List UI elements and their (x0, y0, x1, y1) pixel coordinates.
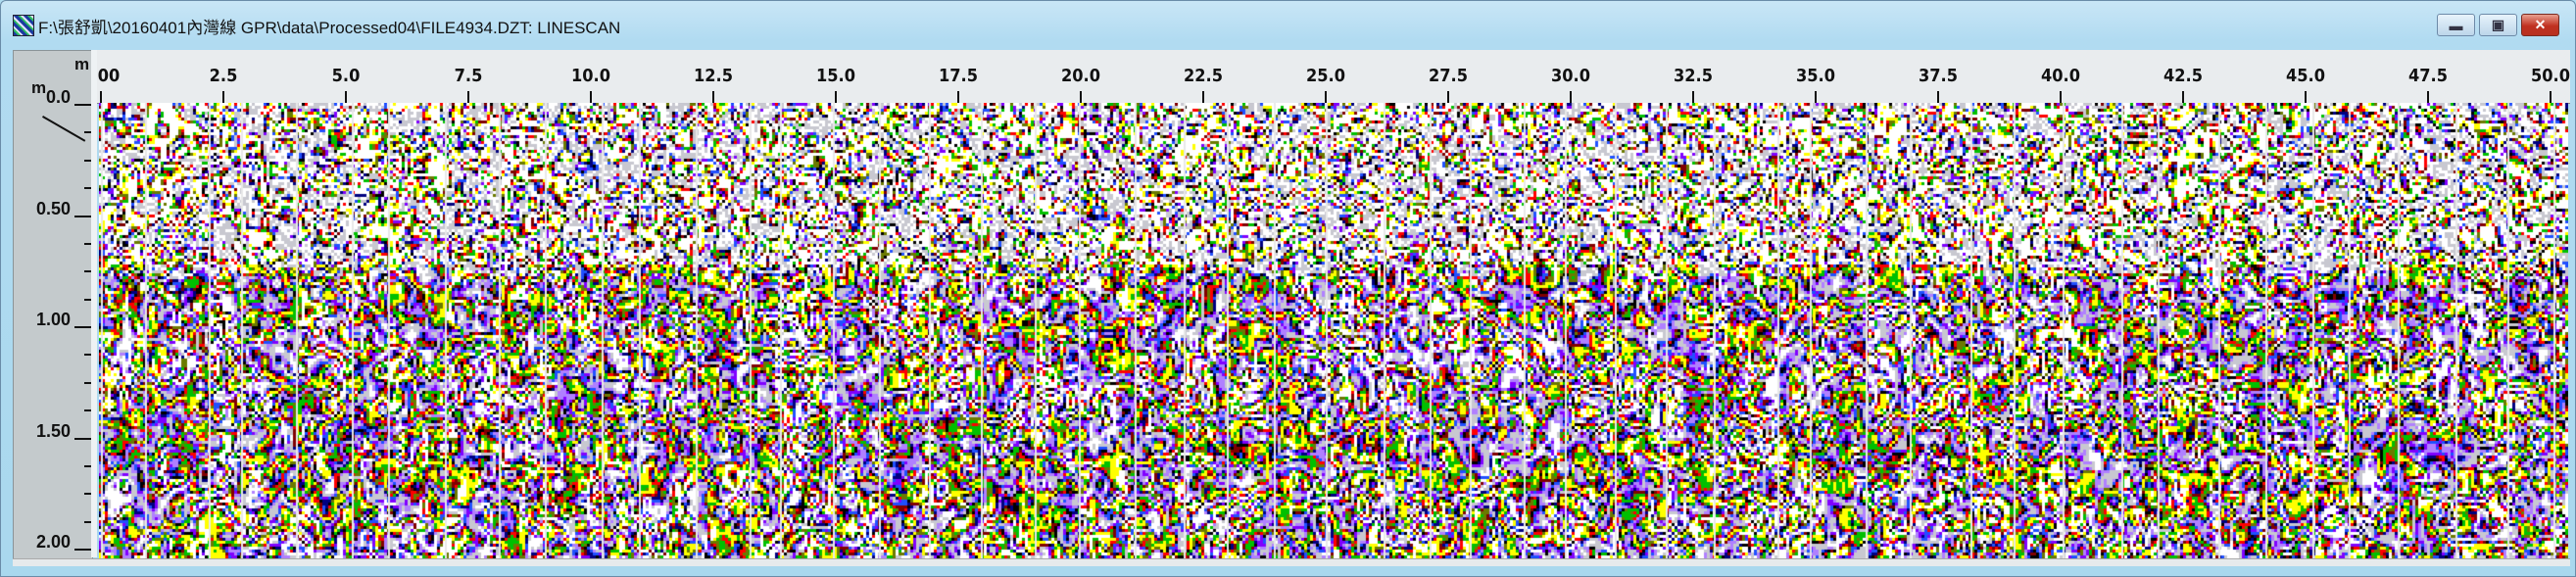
x-tick (345, 91, 347, 103)
unit-divider (42, 116, 85, 142)
window-title: F:\張舒凱\20160401內灣線 GPR\data\Processed04\… (38, 14, 620, 38)
x-tick-label: 40.0 (2041, 66, 2080, 86)
x-tick (957, 91, 959, 103)
maximize-button[interactable]: ▣ (2479, 14, 2517, 36)
y-tick-label: 0.50 (36, 199, 71, 219)
horizontal-unit-label: m (74, 55, 89, 74)
x-tick-label: 30.0 (1551, 66, 1590, 86)
panel-splitter[interactable] (91, 50, 97, 557)
x-tick-label: 22.5 (1184, 66, 1223, 86)
x-tick (1202, 91, 1204, 103)
distance-ruler: 00 2.5 5.0 7.5 10.0 12.5 15.0 17.5 20.0 22.5 25.0 2… (97, 50, 2570, 104)
x-tick-label: 32.5 (1674, 66, 1713, 86)
x-tick-label: 20.0 (1061, 66, 1100, 86)
title-bar[interactable]: F:\張舒凱\20160401內灣線 GPR\data\Processed04\… (1, 1, 2575, 44)
y-major-tick (74, 438, 92, 440)
x-tick-label: 12.5 (694, 66, 733, 86)
x-tick (590, 91, 592, 103)
x-tick-label: 2.5 (210, 66, 238, 86)
x-tick (100, 91, 102, 103)
x-tick-label: 47.5 (2408, 66, 2448, 86)
y-major-tick (74, 549, 92, 551)
x-tick-label: 00 (98, 66, 121, 86)
x-tick (2182, 91, 2184, 103)
radargram-linescan[interactable] (99, 103, 2568, 558)
x-tick (1692, 91, 1694, 103)
x-tick-label: 37.5 (1919, 66, 1958, 86)
x-tick-label: 17.5 (939, 66, 978, 86)
app-icon[interactable] (13, 15, 34, 36)
x-tick (2305, 91, 2307, 103)
x-tick (2060, 91, 2062, 103)
y-tick-label: 1.00 (36, 310, 71, 330)
x-tick (2550, 91, 2552, 103)
x-tick-label: 50.0 (2531, 66, 2570, 86)
x-tick (1080, 91, 1082, 103)
linescan-window: F:\張舒凱\20160401內灣線 GPR\data\Processed04\… (0, 0, 2576, 577)
depth-axis-panel: m m 0.0 0.50 1.00 1.50 2.00 (13, 50, 93, 559)
x-tick-label: 25.0 (1306, 66, 1345, 86)
vertical-unit-label: m (31, 78, 46, 98)
x-tick (1325, 91, 1327, 103)
x-tick (1447, 91, 1449, 103)
x-tick-label: 42.5 (2163, 66, 2203, 86)
x-tick (1815, 91, 1817, 103)
x-tick-label: 27.5 (1429, 66, 1468, 86)
x-tick (467, 91, 469, 103)
y-major-tick (74, 216, 92, 217)
horizontal-scrollbar[interactable] (13, 558, 2570, 566)
close-button[interactable]: ✕ (2521, 14, 2559, 36)
x-tick-label: 35.0 (1796, 66, 1835, 86)
x-tick-label: 10.0 (571, 66, 610, 86)
x-tick-label: 5.0 (332, 66, 361, 86)
y-tick-label: 1.50 (36, 421, 71, 442)
y-tick-label: 2.00 (36, 532, 71, 553)
y-major-tick (74, 326, 92, 328)
x-tick (835, 91, 837, 103)
x-tick (222, 91, 224, 103)
x-tick-label: 7.5 (455, 66, 483, 86)
y-tick-label: 0.0 (46, 87, 71, 108)
x-tick (2427, 91, 2429, 103)
minimize-button[interactable]: ▬ (2437, 14, 2475, 36)
x-tick (712, 91, 714, 103)
x-tick-label: 15.0 (816, 66, 855, 86)
x-tick (1570, 91, 1572, 103)
x-tick-label: 45.0 (2286, 66, 2325, 86)
y-major-tick (74, 104, 92, 106)
x-tick (1937, 91, 1939, 103)
